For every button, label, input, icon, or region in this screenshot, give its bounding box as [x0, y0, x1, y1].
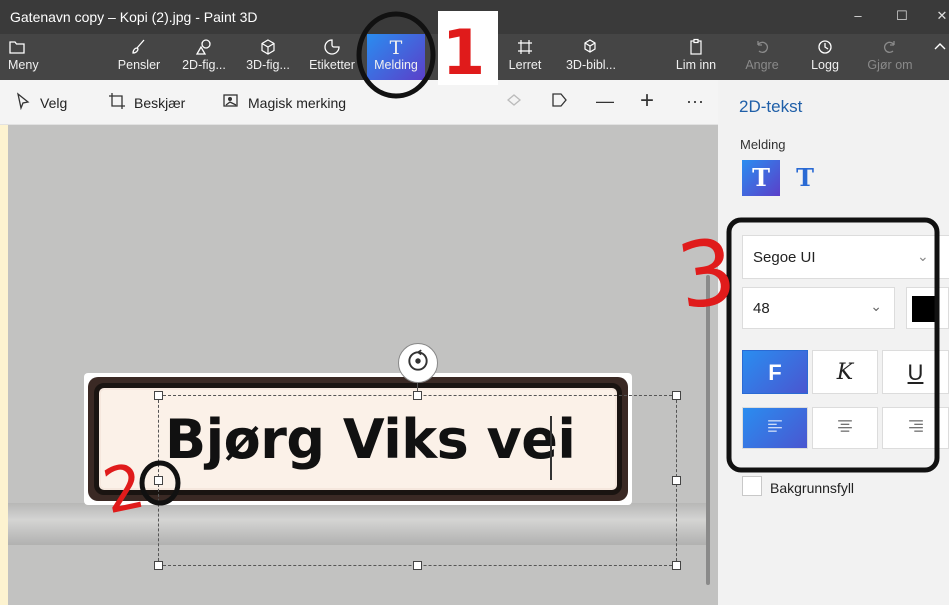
zoom-in-button[interactable]: + — [640, 87, 654, 115]
rotate-handle[interactable] — [398, 343, 438, 383]
canvas-icon — [505, 34, 545, 58]
resize-handle-left[interactable] — [154, 476, 163, 485]
align-center-icon — [837, 419, 853, 437]
select-tool[interactable]: Velg — [14, 92, 67, 113]
align-left-icon — [767, 419, 783, 437]
undo-icon — [737, 34, 787, 58]
close-button[interactable]: ✕ — [927, 8, 949, 24]
align-right-icon — [908, 419, 924, 437]
chevron-up-icon — [930, 34, 949, 58]
font-size-select[interactable]: 48 ⌄ — [742, 287, 895, 329]
resize-handle-top[interactable] — [413, 391, 422, 400]
3d-view-icon[interactable] — [505, 91, 523, 114]
background-fill-checkbox[interactable] — [742, 476, 762, 496]
ribbon-text[interactable]: T Melding — [367, 34, 425, 80]
3d-text-button[interactable]: T — [790, 160, 820, 196]
resize-handle-bottom[interactable] — [413, 561, 422, 570]
3d-shapes-icon — [240, 34, 296, 58]
resize-handle-bottom-left[interactable] — [154, 561, 163, 570]
text-side-panel: 2D-tekst Melding T T Segoe UI 48 ⌄ F K U… — [718, 80, 949, 605]
paste-icon — [670, 34, 722, 58]
panel-section-label: Melding — [740, 137, 786, 152]
perspective-icon[interactable] — [550, 91, 568, 114]
zoom-out-button[interactable]: — — [596, 91, 614, 112]
minimize-button[interactable]: – — [843, 8, 873, 23]
text-icon: T — [389, 37, 403, 59]
crop-tool[interactable]: Beskjær — [108, 92, 185, 113]
italic-button[interactable]: K — [812, 350, 878, 394]
ribbon-undo[interactable]: Angre — [737, 34, 787, 80]
text-selection-box[interactable] — [158, 395, 677, 566]
panel-title: 2D-tekst — [739, 97, 803, 116]
rotate-icon — [405, 348, 431, 379]
title-bar: Gatenavn copy – Kopi (2).jpg - Paint 3D … — [0, 0, 949, 34]
background-fill-label: Bakgrunnsfyll — [770, 480, 855, 496]
main-ribbon: Meny Pensler 2D-fig... 3D-fig... Etikett… — [0, 34, 949, 80]
resize-handle-top-right[interactable] — [672, 391, 681, 400]
align-center-button[interactable] — [812, 407, 878, 449]
stickers-icon — [304, 34, 360, 58]
ribbon-canvas[interactable]: Lerret — [505, 34, 545, 80]
resize-handle-top-left[interactable] — [154, 391, 163, 400]
history-icon — [802, 34, 848, 58]
canvas-border — [0, 125, 8, 605]
ribbon-3d-library[interactable]: 3D-bibl... — [560, 34, 622, 80]
magic-select-icon — [222, 92, 240, 113]
font-family-select[interactable]: Segoe UI — [742, 235, 949, 279]
2d-text-button[interactable]: T — [742, 160, 780, 196]
crop-icon — [108, 92, 126, 113]
cursor-icon — [14, 92, 32, 113]
bold-button[interactable]: F — [742, 350, 808, 394]
resize-handle-right[interactable] — [672, 476, 681, 485]
ribbon-collapse[interactable] — [930, 34, 949, 80]
magic-select-tool[interactable]: Magisk merking — [222, 92, 346, 113]
ribbon-redo[interactable]: Gjør om — [862, 34, 918, 80]
align-left-button[interactable] — [742, 407, 808, 449]
3d-library-icon — [560, 34, 622, 58]
underline-button[interactable]: U — [882, 350, 949, 394]
resize-handle-bottom-right[interactable] — [672, 561, 681, 570]
ribbon-3d-shapes[interactable]: 3D-fig... — [240, 34, 296, 80]
ribbon-menu[interactable]: Meny — [8, 34, 52, 80]
chevron-down-icon: ⌄ — [870, 298, 882, 314]
ribbon-history[interactable]: Logg — [802, 34, 848, 80]
more-options-button[interactable]: ··· — [686, 91, 704, 112]
window-title: Gatenavn copy – Kopi (2).jpg - Paint 3D — [10, 9, 258, 25]
redo-icon — [862, 34, 918, 58]
folder-icon — [8, 34, 52, 58]
ribbon-stickers[interactable]: Etiketter — [304, 34, 360, 80]
vertical-scrollbar[interactable] — [706, 275, 710, 585]
selection-toolbar: Velg Beskjær Magisk merking — + ··· — [0, 80, 718, 125]
text-color-picker[interactable] — [906, 287, 949, 329]
align-right-button[interactable] — [882, 407, 949, 449]
paint3d-window: Gatenavn copy – Kopi (2).jpg - Paint 3D … — [0, 0, 949, 605]
2d-shapes-icon — [176, 34, 232, 58]
ribbon-brushes[interactable]: Pensler — [114, 34, 164, 80]
color-swatch — [912, 296, 938, 322]
ribbon-paste[interactable]: Lim inn — [670, 34, 722, 80]
ribbon-2d-shapes[interactable]: 2D-fig... — [176, 34, 232, 80]
maximize-button[interactable]: ☐ — [887, 8, 917, 24]
brush-icon — [114, 34, 164, 58]
